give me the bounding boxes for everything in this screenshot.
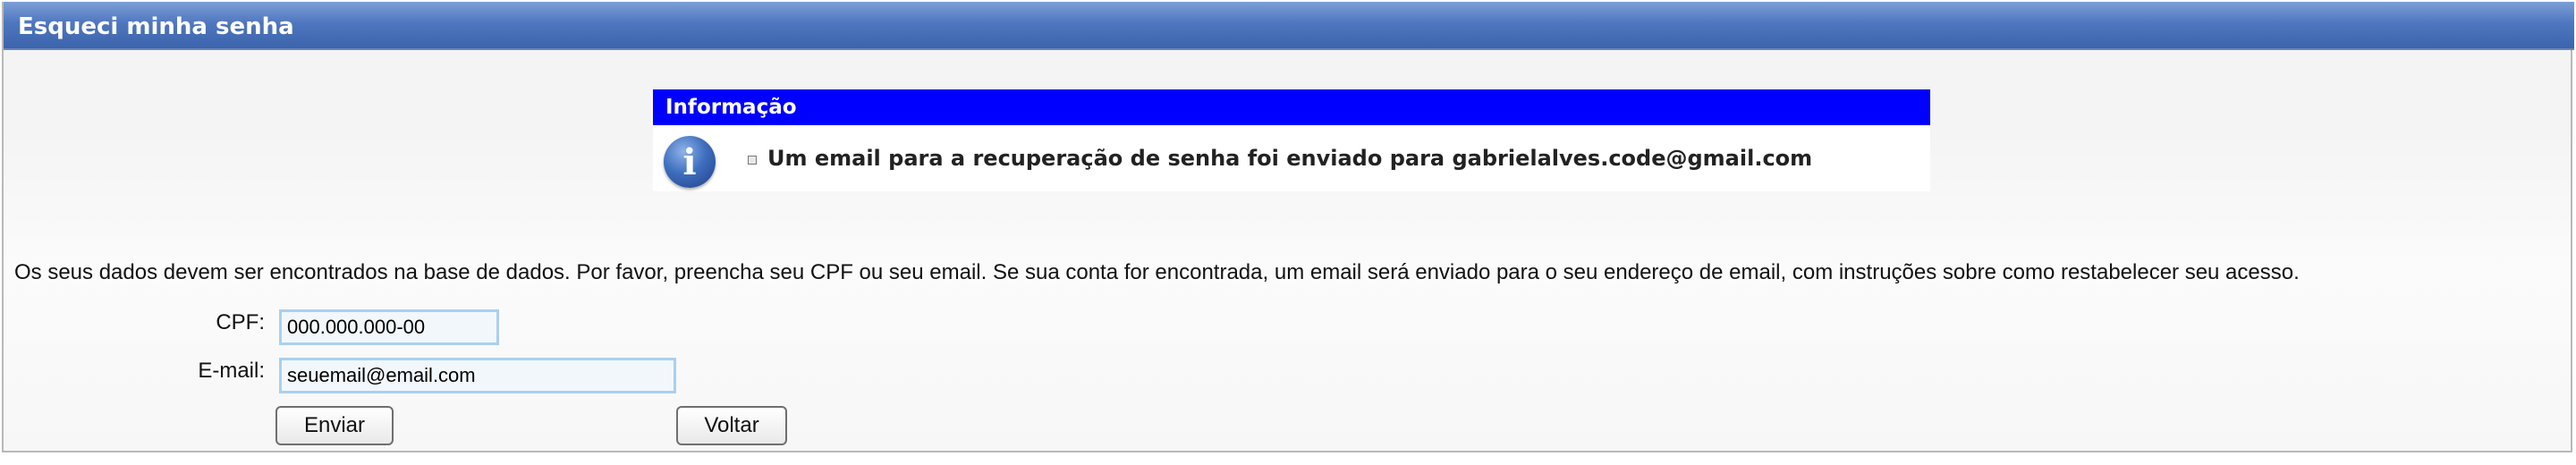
cpf-input[interactable] <box>279 309 499 345</box>
cpf-label: CPF: <box>216 310 265 334</box>
back-button[interactable]: Voltar <box>676 406 787 445</box>
email-label: E-mail: <box>198 359 265 383</box>
info-message: Um email para a recuperação de senha foi… <box>767 146 1813 171</box>
forgot-password-panel: Esqueci minha senha Informação i Um emai… <box>2 2 2574 452</box>
title-bar: Esqueci minha senha <box>4 2 2574 50</box>
info-icon: i <box>664 136 716 188</box>
info-message-box: Informação i Um email para a recuperação… <box>653 89 1930 191</box>
page-title: Esqueci minha senha <box>18 13 294 40</box>
submit-button[interactable]: Enviar <box>275 406 394 445</box>
instructions-text: Os seus dados devem ser encontrados na b… <box>14 260 2300 284</box>
bullet-icon <box>748 156 757 165</box>
email-input[interactable] <box>279 358 676 393</box>
info-heading: Informação <box>653 89 1930 125</box>
